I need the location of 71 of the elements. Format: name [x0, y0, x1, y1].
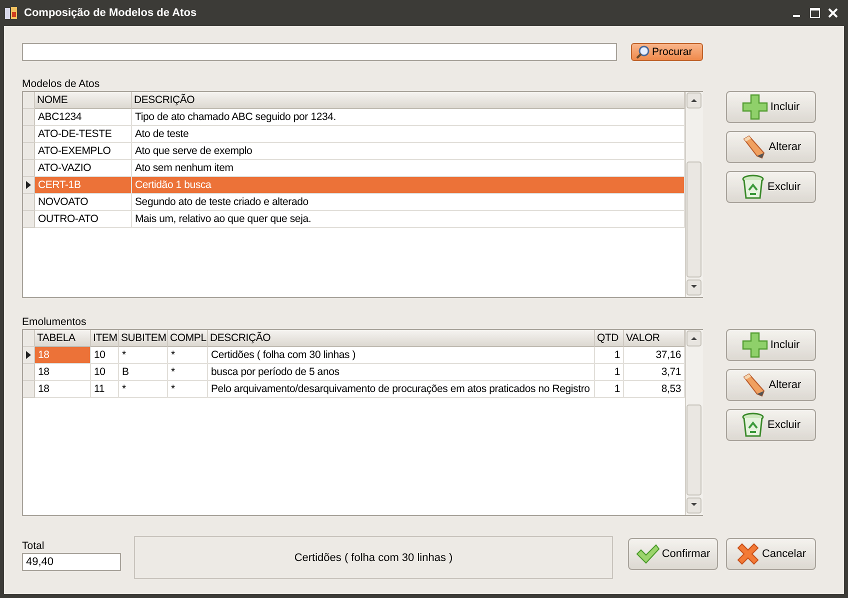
window-title: Composição de Modelos de Atos — [24, 7, 198, 19]
section-label: Modelos de Atos — [22, 77, 101, 91]
table-cell: 11 — [91, 381, 119, 398]
table-cell: NOVOATO — [35, 194, 132, 211]
section-label: Emolumentos — [22, 315, 88, 329]
pencil-icon — [740, 134, 767, 160]
delete-button[interactable]: Excluir — [726, 171, 816, 203]
search-field[interactable] — [22, 43, 617, 61]
recycle-bin-icon — [741, 412, 766, 438]
table-cell: Ato que serve de exemplo — [132, 143, 685, 160]
table-cell: Ato de teste — [132, 126, 685, 143]
scrollbar[interactable] — [685, 92, 703, 297]
edit-button[interactable]: Alterar — [726, 369, 816, 401]
table-cell: Certidões ( folha com 30 linhas ) — [208, 347, 595, 364]
table-cell: 18 — [35, 381, 91, 398]
column-header[interactable]: DESCRIÇÃO — [132, 92, 685, 109]
search-icon — [636, 45, 650, 59]
cross-icon — [736, 542, 760, 566]
search-button[interactable]: Procurar — [631, 43, 703, 61]
table-cell: 10 — [91, 347, 119, 364]
column-header[interactable]: DESCRIÇÃO — [208, 330, 595, 347]
delete-button[interactable]: Excluir — [726, 409, 816, 441]
add-button[interactable]: Incluir — [726, 329, 816, 361]
edit-button[interactable]: Alterar — [726, 131, 816, 163]
column-header[interactable]: VALOR — [624, 330, 685, 347]
table-cell: ATO-DE-TESTE — [35, 126, 132, 143]
table-cell: ABC1234 — [35, 109, 132, 126]
table-cell: Certidão 1 busca — [132, 177, 685, 194]
table-cell: * — [119, 347, 168, 364]
table-cell: busca por período de 5 anos — [208, 364, 595, 381]
confirm-button[interactable]: Confirmar — [628, 538, 718, 570]
column-header[interactable]: COMPL — [168, 330, 208, 347]
column-header[interactable]: SUBITEM — [119, 330, 168, 347]
table-cell: Pelo arquivamento/desarquivamento de procurações em atos praticados no Registro — [208, 381, 595, 398]
table-cell: 1 — [595, 347, 624, 364]
header-corner — [23, 92, 35, 109]
table-cell: Segundo ato de teste criado e alterado — [132, 194, 685, 211]
table-cell: * — [168, 347, 208, 364]
table-cell: 1 — [595, 364, 624, 381]
table-cell: * — [119, 381, 168, 398]
plus-icon — [742, 94, 768, 120]
recycle-bin-icon — [741, 174, 766, 200]
table-cell: Mais um, relativo ao que quer que seja. — [132, 211, 685, 228]
add-button[interactable]: Incluir — [726, 91, 816, 123]
table-cell: CERT-1B — [35, 177, 132, 194]
table-cell: ATO-EXEMPLO — [35, 143, 132, 160]
close-icon[interactable] — [828, 8, 838, 18]
column-header[interactable]: NOME — [35, 92, 132, 109]
table-cell: * — [168, 364, 208, 381]
table-cell: OUTRO-ATO — [35, 211, 132, 228]
scrollbar[interactable] — [685, 330, 703, 515]
maximize-icon[interactable] — [810, 8, 820, 18]
checkmark-icon — [636, 544, 660, 564]
total-field[interactable]: 49,40 — [22, 553, 121, 571]
table-cell: B — [119, 364, 168, 381]
table-cell: Tipo de ato chamado ABC seguido por 1234. — [132, 109, 685, 126]
description-panel: Certidões ( folha com 30 linhas ) — [134, 536, 613, 579]
table-cell: * — [168, 381, 208, 398]
table-cell: 10 — [91, 364, 119, 381]
table-cell: 1 — [595, 381, 624, 398]
table-cell: 18 — [35, 364, 91, 381]
app-icon — [4, 6, 18, 20]
total-label: Total — [22, 539, 46, 553]
pencil-icon — [740, 372, 767, 398]
column-header[interactable]: ITEM — [91, 330, 119, 347]
header-corner — [23, 330, 35, 347]
column-header[interactable]: QTD — [595, 330, 624, 347]
cancel-button[interactable]: Cancelar — [726, 538, 816, 570]
column-header[interactable]: TABELA — [35, 330, 91, 347]
plus-icon — [742, 332, 768, 358]
table-cell: 18 — [35, 347, 91, 364]
